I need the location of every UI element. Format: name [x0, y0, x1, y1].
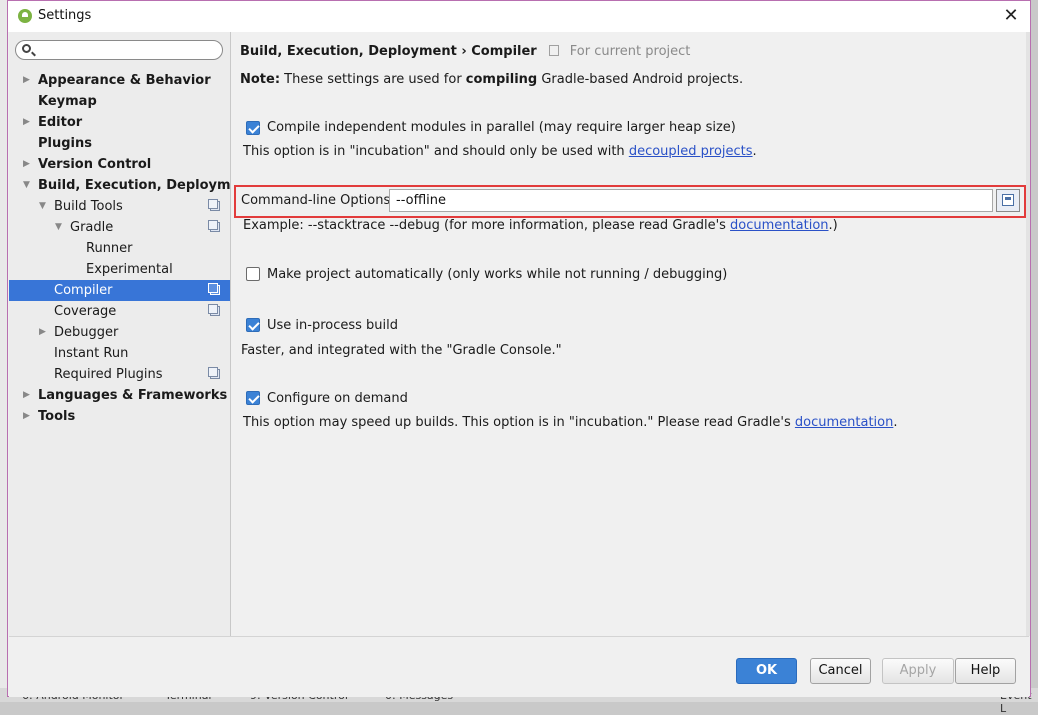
- sidebar-item-version-control[interactable]: ▶ Version Control: [9, 154, 230, 175]
- breadcrumb-current: Compiler: [471, 44, 537, 59]
- ok-button[interactable]: OK: [736, 658, 797, 684]
- content-scrollbar[interactable]: [1026, 32, 1030, 636]
- dialog-footer: OK Cancel Apply Help: [9, 636, 1029, 697]
- sidebar-item-label: Experimental: [86, 262, 173, 277]
- sidebar-item-label: Keymap: [38, 94, 97, 109]
- in-process-build-checkbox[interactable]: [246, 318, 260, 332]
- sidebar-item-compiler[interactable]: Compiler: [9, 280, 230, 301]
- cancel-button[interactable]: Cancel: [810, 658, 871, 684]
- search-field[interactable]: [15, 40, 223, 60]
- note-emphasis: compiling: [465, 72, 538, 87]
- title-bar: Settings ✕: [8, 1, 1030, 32]
- collapse-arrow-icon[interactable]: ▼: [55, 217, 62, 238]
- configure-on-demand-checkbox[interactable]: [246, 391, 260, 405]
- sidebar-item-build-execution-deployment[interactable]: ▼ Build, Execution, Deployment: [9, 175, 255, 196]
- in-process-build-help: Faster, and integrated with the "Gradle …: [241, 343, 562, 358]
- sidebar-item-label: Build Tools: [54, 199, 123, 214]
- expand-arrow-icon[interactable]: ▶: [23, 70, 30, 91]
- sidebar-item-label: Editor: [38, 115, 83, 130]
- on-demand-help-text: This option may speed up builds. This op…: [243, 415, 795, 430]
- sidebar-item-build-tools[interactable]: ▼ Build Tools: [9, 196, 230, 217]
- sidebar-item-appearance-behavior[interactable]: ▶ Appearance & Behavior: [9, 70, 230, 91]
- sidebar-item-label: Debugger: [54, 325, 119, 340]
- configure-on-demand-label[interactable]: Configure on demand: [267, 391, 408, 406]
- expand-arrow-icon[interactable]: ▶: [23, 154, 30, 175]
- sidebar-item-tools[interactable]: ▶ Tools: [9, 406, 230, 427]
- expand-arrow-icon[interactable]: ▶: [39, 322, 46, 343]
- expand-arrow-icon[interactable]: ▶: [23, 385, 30, 406]
- settings-sidebar: ▶ Appearance & Behavior Keymap ▶ Editor …: [9, 32, 255, 636]
- make-automatically-label[interactable]: Make project automatically (only works w…: [267, 267, 727, 282]
- sidebar-item-label: Plugins: [38, 136, 92, 151]
- project-scope-icon: [549, 45, 560, 56]
- sidebar-item-label: Appearance & Behavior: [38, 73, 211, 88]
- collapse-arrow-icon[interactable]: ▼: [23, 175, 30, 196]
- breadcrumb: Build, Execution, Deployment › Compiler …: [240, 44, 690, 59]
- sidebar-item-label: Gradle: [70, 220, 114, 235]
- sidebar-item-label: Coverage: [54, 304, 117, 319]
- parallel-compile-label[interactable]: Compile independent modules in parallel …: [267, 120, 736, 135]
- expand-editor-icon: [1002, 194, 1014, 206]
- sidebar-item-label: Compiler: [54, 283, 113, 298]
- search-icon: [22, 44, 31, 53]
- sidebar-item-label: Build, Execution, Deployment: [38, 178, 255, 193]
- parallel-help-end: .: [752, 144, 757, 159]
- parallel-compile-checkbox[interactable]: [246, 121, 260, 135]
- android-studio-icon: [18, 9, 32, 23]
- sidebar-item-label: Languages & Frameworks: [38, 388, 228, 403]
- sidebar-item-keymap[interactable]: Keymap: [9, 91, 230, 112]
- project-scope-icon: [208, 283, 220, 295]
- sidebar-item-instant-run[interactable]: Instant Run: [9, 343, 230, 364]
- sidebar-item-label: Version Control: [38, 157, 152, 172]
- in-process-build-label[interactable]: Use in-process build: [267, 318, 398, 333]
- sidebar-item-label: Required Plugins: [54, 367, 163, 382]
- example-end: .): [828, 218, 838, 233]
- gradle-documentation-link[interactable]: documentation: [795, 415, 893, 430]
- sidebar-item-languages-frameworks[interactable]: ▶ Languages & Frameworks: [9, 385, 230, 406]
- sidebar-item-debugger[interactable]: ▶ Debugger: [9, 322, 230, 343]
- sidebar-item-gradle[interactable]: ▼ Gradle: [9, 217, 230, 238]
- sidebar-item-coverage[interactable]: Coverage: [9, 301, 230, 322]
- collapse-arrow-icon[interactable]: ▼: [39, 196, 46, 217]
- sidebar-item-plugins[interactable]: Plugins: [9, 133, 230, 154]
- breadcrumb-separator: ›: [461, 44, 467, 59]
- note-after: Gradle-based Android projects.: [537, 72, 744, 87]
- breadcrumb-parent[interactable]: Build, Execution, Deployment: [240, 44, 457, 59]
- apply-button[interactable]: Apply: [882, 658, 954, 684]
- project-scope-icon: [208, 199, 220, 211]
- parallel-compile-help: This option is in "incubation" and shoul…: [243, 144, 757, 159]
- project-scope-icon: [208, 220, 220, 232]
- command-line-options-input[interactable]: [389, 189, 993, 212]
- sidebar-item-runner[interactable]: Runner: [9, 238, 230, 259]
- expand-arrow-icon[interactable]: ▶: [23, 112, 30, 133]
- configure-on-demand-help: This option may speed up builds. This op…: [243, 415, 898, 430]
- command-line-example: Example: --stacktrace --debug (for more …: [243, 218, 838, 233]
- documentation-link[interactable]: documentation: [730, 218, 828, 233]
- settings-content-panel: Build, Execution, Deployment › Compiler …: [231, 32, 1030, 636]
- scope-label: For current project: [569, 44, 691, 59]
- decoupled-projects-link[interactable]: decoupled projects: [629, 144, 753, 159]
- sidebar-item-required-plugins[interactable]: Required Plugins: [9, 364, 230, 385]
- on-demand-help-end: .: [893, 415, 898, 430]
- sidebar-item-editor[interactable]: ▶ Editor: [9, 112, 230, 133]
- sidebar-item-label: Instant Run: [54, 346, 129, 361]
- close-icon[interactable]: ✕: [998, 4, 1024, 28]
- help-button[interactable]: Help: [955, 658, 1016, 684]
- parallel-help-text: This option is in "incubation" and shoul…: [243, 144, 629, 159]
- project-scope-icon: [208, 304, 220, 316]
- command-line-options-label: Command-line Options:: [241, 193, 395, 208]
- sidebar-item-label: Runner: [86, 241, 133, 256]
- note-text: Note: These settings are used for compil…: [240, 72, 743, 87]
- settings-dialog: Settings ✕ ▶ Appearance & Behavior Keyma…: [7, 0, 1031, 697]
- sidebar-item-label: Tools: [38, 409, 76, 424]
- sidebar-item-experimental[interactable]: Experimental: [9, 259, 230, 280]
- project-scope-icon: [208, 367, 220, 379]
- window-title: Settings: [38, 8, 92, 23]
- note-prefix: Note:: [240, 72, 281, 87]
- expand-text-button[interactable]: [996, 189, 1020, 212]
- example-text: Example: --stacktrace --debug (for more …: [243, 218, 731, 233]
- note-before: These settings are used for: [280, 72, 466, 87]
- make-automatically-checkbox[interactable]: [246, 267, 260, 281]
- expand-arrow-icon[interactable]: ▶: [23, 406, 30, 427]
